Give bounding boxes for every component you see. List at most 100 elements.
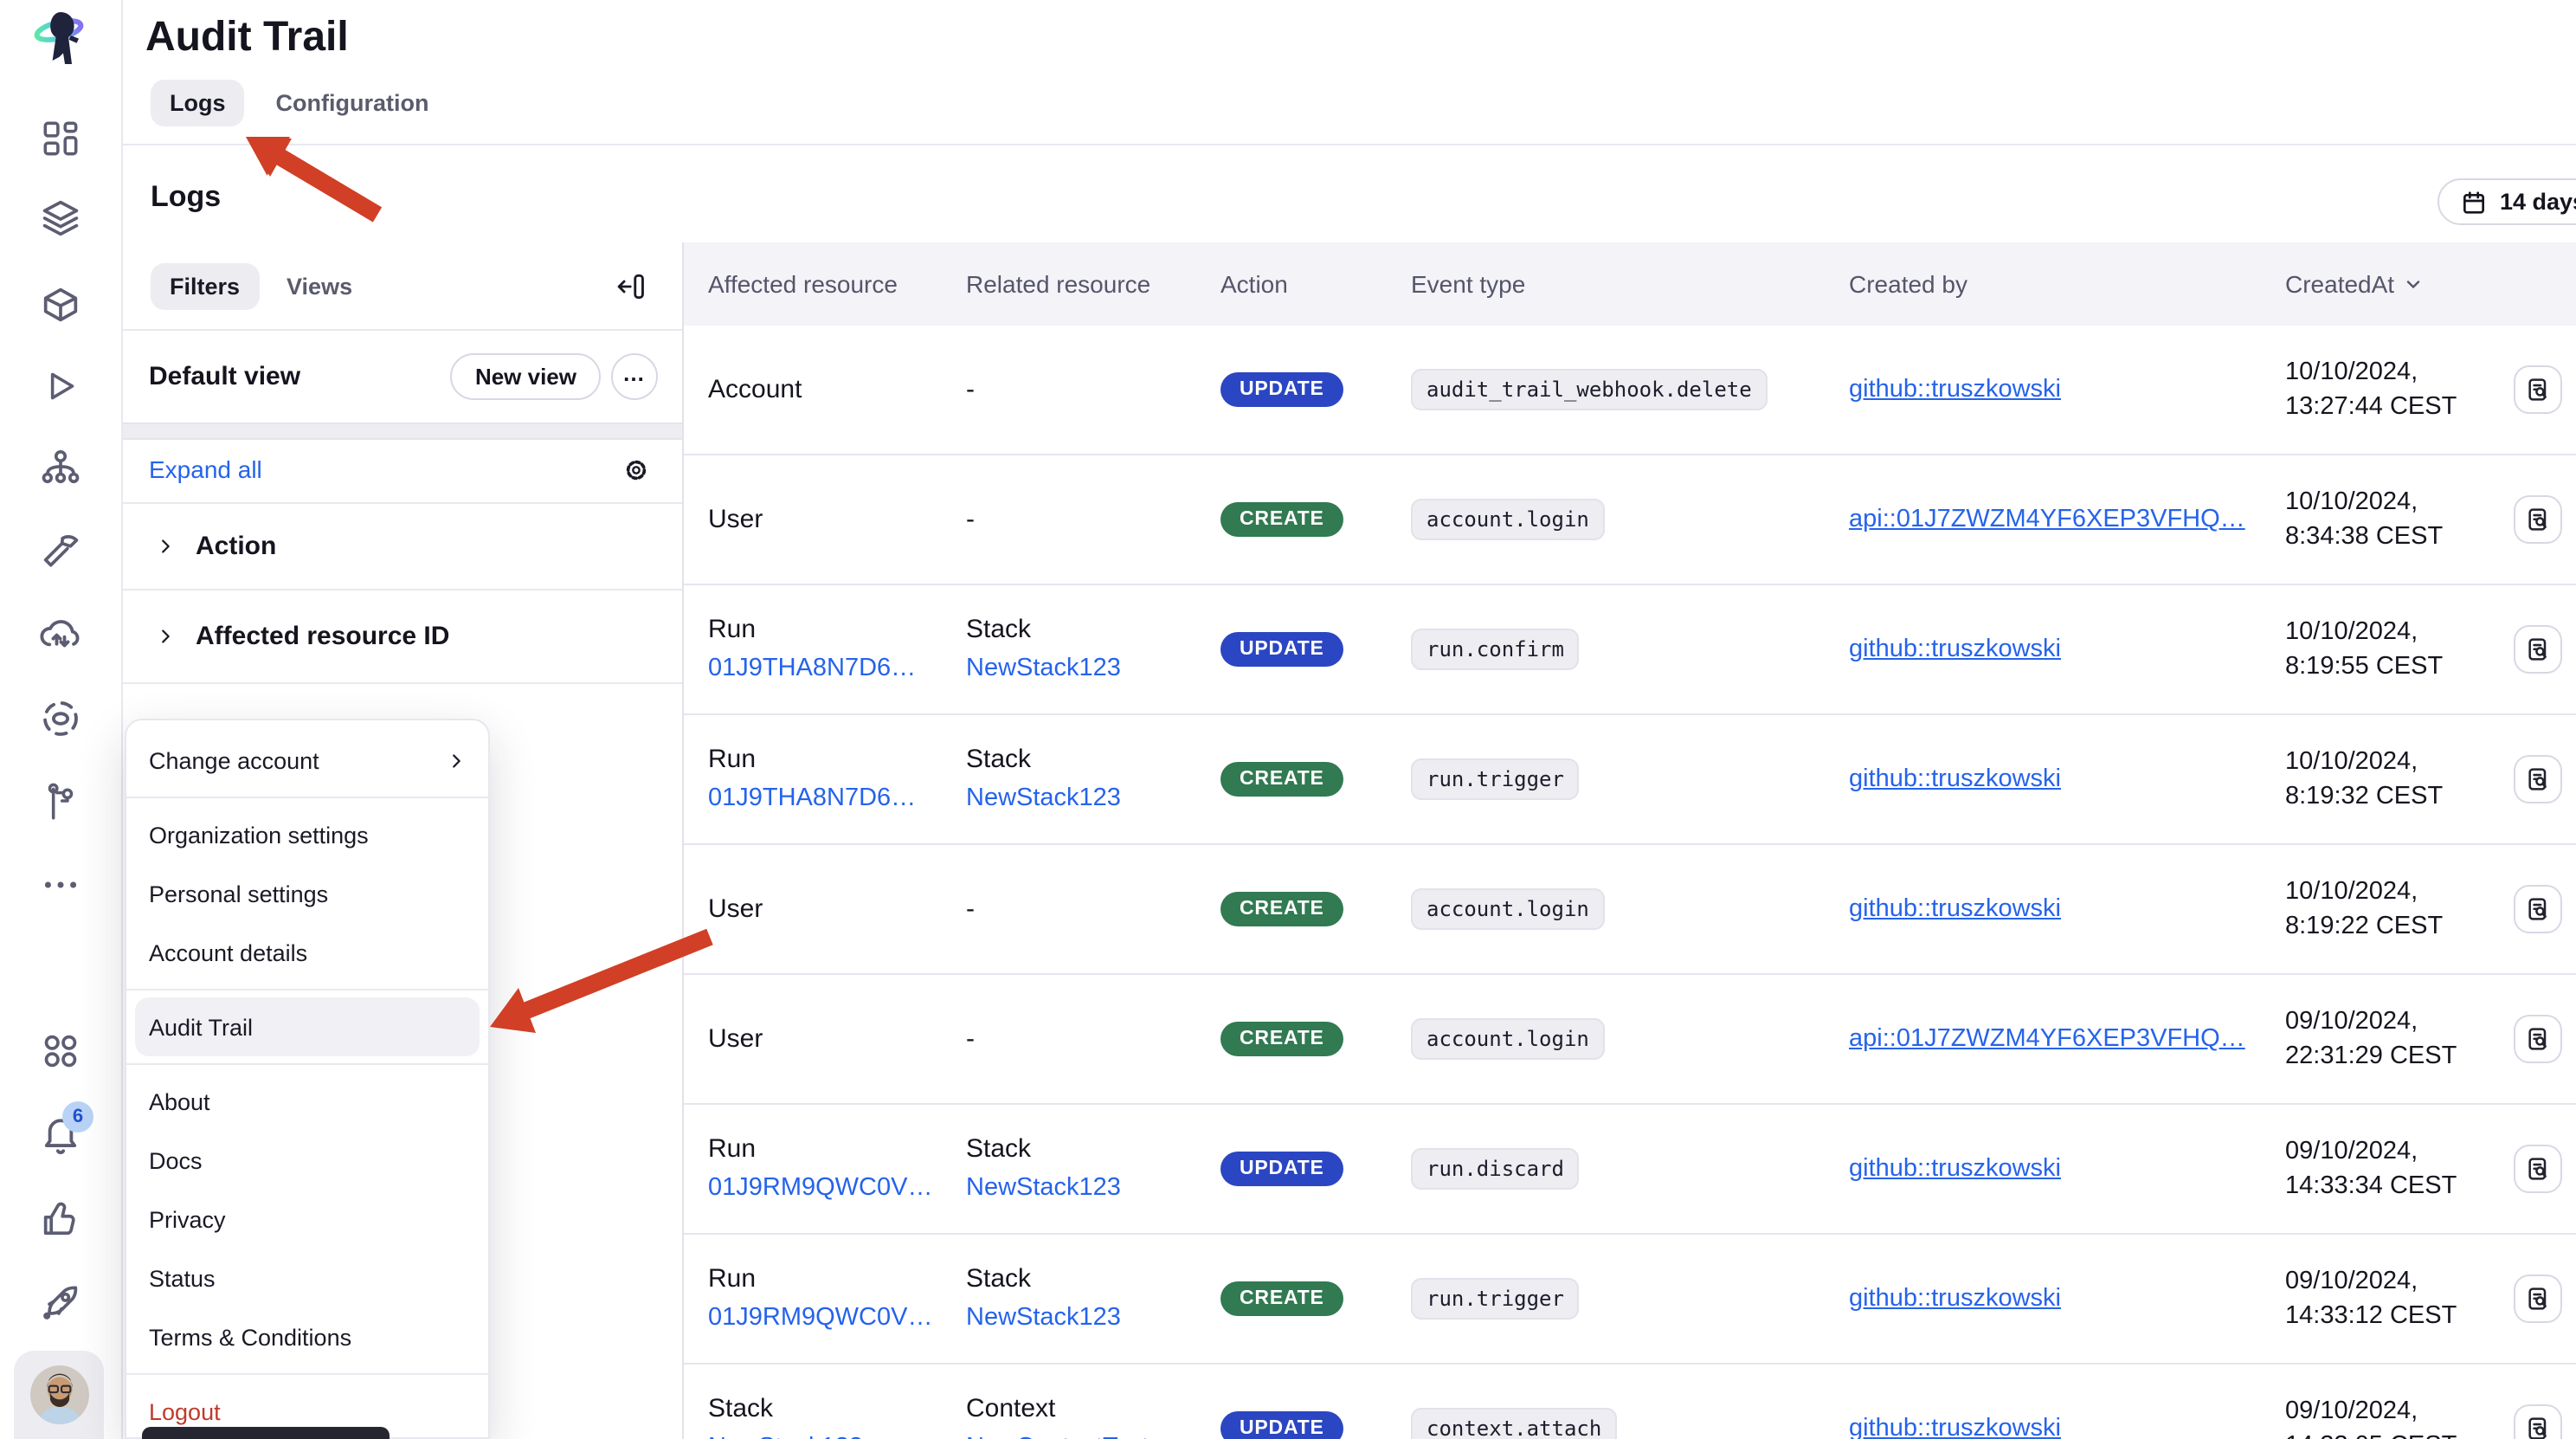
run-play-icon[interactable] bbox=[39, 365, 82, 408]
hierarchy-icon[interactable] bbox=[38, 445, 83, 490]
column-header-affected-resource: Affected resource bbox=[708, 270, 898, 298]
view-details-button[interactable] bbox=[2514, 365, 2562, 414]
resource-link[interactable]: 01J9THA8N7D6… bbox=[708, 779, 916, 819]
related-resource-cell: StackNewStack123 bbox=[966, 739, 1121, 819]
created-by-link[interactable]: github::truszkowski bbox=[1849, 765, 2061, 793]
created-at-date: 10/10/2024, bbox=[2285, 874, 2443, 909]
menu-item-account-details[interactable]: Account details bbox=[126, 923, 488, 982]
related-resource-cell: StackNewStack123 bbox=[966, 1259, 1121, 1339]
view-details-button[interactable] bbox=[2514, 1404, 2562, 1439]
resource-link[interactable]: 01J9RM9QWC0V… bbox=[708, 1169, 932, 1209]
stacks-layers-icon[interactable] bbox=[38, 196, 83, 241]
tab-views[interactable]: Views bbox=[287, 273, 352, 299]
expand-all-link[interactable]: Expand all bbox=[149, 455, 262, 483]
table-row: Run01J9THA8N7D6…StackNewStack123UPDATEru… bbox=[682, 585, 2576, 715]
created-at-time: 14:33:34 CEST bbox=[2285, 1169, 2457, 1203]
section-title: Logs bbox=[151, 180, 221, 215]
focus-icon[interactable] bbox=[37, 695, 84, 742]
menu-item-label: Terms & Conditions bbox=[149, 1324, 351, 1350]
hammer-icon[interactable] bbox=[38, 530, 83, 575]
rocket-icon[interactable] bbox=[38, 1280, 83, 1325]
view-details-button[interactable] bbox=[2514, 625, 2562, 674]
created-by-link[interactable]: github::truszkowski bbox=[1849, 376, 2061, 403]
new-view-button[interactable]: New view bbox=[451, 352, 601, 399]
view-details-button[interactable] bbox=[2514, 885, 2562, 933]
view-details-button[interactable] bbox=[2514, 755, 2562, 803]
calendar-icon bbox=[2460, 188, 2488, 216]
resource-link[interactable]: NewStack123 bbox=[966, 1299, 1121, 1339]
created-by-link[interactable]: github::truszkowski bbox=[1849, 636, 2061, 663]
resource-link[interactable]: NewContextTest bbox=[966, 1429, 1149, 1439]
created-at-cell: 10/10/2024,13:27:44 CEST bbox=[2285, 355, 2457, 424]
resource-link[interactable]: NewStack123 bbox=[708, 1429, 863, 1439]
cloud-sync-icon[interactable] bbox=[37, 610, 84, 657]
menu-item-change-account[interactable]: Change account bbox=[126, 731, 488, 790]
no-resource-dash: - bbox=[966, 505, 975, 534]
ellipsis-icon[interactable] bbox=[39, 863, 82, 907]
user-avatar[interactable] bbox=[14, 1351, 104, 1439]
document-search-icon bbox=[2524, 636, 2552, 663]
cube-icon[interactable] bbox=[38, 282, 83, 327]
resource-link[interactable]: NewStack123 bbox=[966, 779, 1121, 819]
created-by-link[interactable]: github::truszkowski bbox=[1849, 895, 2061, 923]
menu-item-status[interactable]: Status bbox=[126, 1249, 488, 1307]
menu-item-about[interactable]: About bbox=[126, 1072, 488, 1131]
created-by-link[interactable]: github::truszkowski bbox=[1849, 1285, 2061, 1313]
circles-grid-icon[interactable] bbox=[38, 1029, 83, 1074]
created-at-cell: 09/10/2024,14:33:12 CEST bbox=[2285, 1264, 2457, 1333]
no-resource-dash: - bbox=[966, 1024, 975, 1054]
menu-item-personal-settings[interactable]: Personal settings bbox=[126, 864, 488, 923]
branch-flag-icon[interactable] bbox=[39, 780, 82, 823]
thumbs-up-icon[interactable] bbox=[38, 1197, 83, 1242]
view-more-button[interactable]: … bbox=[611, 352, 658, 399]
filter-section-affected-resource-id[interactable]: Affected resource ID bbox=[121, 590, 682, 684]
menu-item-privacy[interactable]: Privacy bbox=[126, 1190, 488, 1249]
related-resource-cell: StackNewStack123 bbox=[966, 610, 1121, 689]
created-by-link[interactable]: github::truszkowski bbox=[1849, 1415, 2061, 1439]
created-at-date: 09/10/2024, bbox=[2285, 1134, 2457, 1169]
event-type-chip: account.login bbox=[1411, 888, 1605, 930]
menu-item-docs[interactable]: Docs bbox=[126, 1131, 488, 1190]
resource-type: Stack bbox=[708, 1389, 863, 1429]
event-type-cell: audit_trail_webhook.delete bbox=[1411, 374, 1768, 405]
resource-link[interactable]: 01J9RM9QWC0V… bbox=[708, 1299, 932, 1339]
created-by-link[interactable]: api::01J7ZWZM4YF6XEP3VFHQ… bbox=[1849, 1025, 2245, 1053]
dashboard-grid-icon[interactable] bbox=[39, 117, 82, 160]
resource-link[interactable]: 01J9THA8N7D6… bbox=[708, 649, 916, 689]
date-range-button[interactable]: 14 days bbox=[2438, 178, 2576, 225]
table-row: Run01J9RM9QWC0V…StackNewStack123CREATEru… bbox=[682, 1235, 2576, 1365]
created-by-link[interactable]: github::truszkowski bbox=[1849, 1155, 2061, 1183]
view-details-button[interactable] bbox=[2514, 1015, 2562, 1063]
resource-type: Stack bbox=[966, 739, 1121, 779]
view-details-button[interactable] bbox=[2514, 1145, 2562, 1193]
menu-divider bbox=[126, 989, 488, 991]
view-details-button[interactable] bbox=[2514, 1274, 2562, 1323]
created-by-cell: api::01J7ZWZM4YF6XEP3VFHQ… bbox=[1849, 504, 2245, 535]
filter-section-action[interactable]: Action bbox=[121, 502, 682, 590]
column-header-createdat[interactable]: CreatedAt bbox=[2285, 270, 2424, 298]
resource-link[interactable]: NewStack123 bbox=[966, 1169, 1121, 1209]
created-at-date: 10/10/2024, bbox=[2285, 355, 2457, 390]
menu-item-organization-settings[interactable]: Organization settings bbox=[126, 805, 488, 864]
tab-configuration[interactable]: Configuration bbox=[276, 90, 429, 116]
created-at-date: 10/10/2024, bbox=[2285, 485, 2443, 519]
menu-item-label: Change account bbox=[149, 747, 319, 773]
tab-logs[interactable]: Logs bbox=[151, 80, 245, 126]
menu-divider bbox=[126, 1373, 488, 1375]
gear-icon[interactable] bbox=[621, 455, 651, 484]
resource-link[interactable]: NewStack123 bbox=[966, 649, 1121, 689]
table-header: Affected resourceRelated resourceActionE… bbox=[682, 242, 2576, 327]
action-cell: CREATE bbox=[1220, 762, 1343, 797]
created-at-time: 8:34:38 CEST bbox=[2285, 519, 2443, 554]
spacelift-logo[interactable] bbox=[29, 7, 92, 69]
menu-item-terms-conditions[interactable]: Terms & Conditions bbox=[126, 1307, 488, 1366]
created-at-cell: 10/10/2024,8:19:22 CEST bbox=[2285, 874, 2443, 944]
created-by-link[interactable]: api::01J7ZWZM4YF6XEP3VFHQ… bbox=[1849, 506, 2245, 533]
document-search-icon bbox=[2524, 1415, 2552, 1439]
action-badge: CREATE bbox=[1220, 762, 1343, 797]
affected-resource-cell: User bbox=[708, 1019, 763, 1059]
panel-collapse-icon[interactable] bbox=[615, 269, 647, 302]
menu-item-audit-trail[interactable]: Audit Trail bbox=[135, 997, 480, 1056]
tab-filters[interactable]: Filters bbox=[151, 262, 259, 309]
view-details-button[interactable] bbox=[2514, 495, 2562, 544]
